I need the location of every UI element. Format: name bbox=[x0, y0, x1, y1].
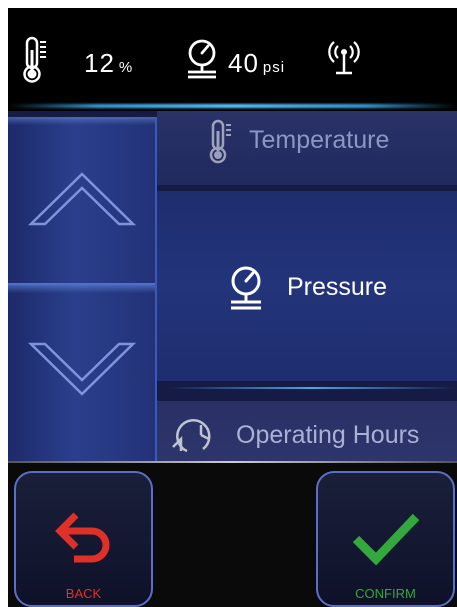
chevron-up-icon bbox=[27, 172, 136, 226]
humidity-value: 12 bbox=[84, 48, 115, 78]
scroll-up-button[interactable] bbox=[8, 117, 155, 285]
menu-item-pressure[interactable]: Pressure bbox=[157, 191, 457, 381]
back-button[interactable]: BACK bbox=[14, 471, 153, 607]
chevron-down-icon bbox=[27, 342, 136, 396]
wireless-signal-icon bbox=[328, 41, 360, 75]
bottom-bar: BACK CONFIRM bbox=[8, 461, 457, 607]
humidity-unit: % bbox=[118, 59, 134, 76]
checkmark-icon bbox=[352, 513, 420, 566]
pressure-gauge-icon bbox=[188, 39, 216, 79]
clock-icon bbox=[172, 419, 211, 453]
back-label: BACK bbox=[65, 586, 102, 601]
thermometer-icon bbox=[23, 36, 46, 83]
confirm-label: CONFIRM bbox=[355, 586, 416, 601]
status-bar: 12% 40 psi bbox=[8, 8, 457, 108]
menu-list: Temperature Pressure Operating Hours bbox=[157, 111, 457, 461]
confirm-button[interactable]: CONFIRM bbox=[316, 471, 455, 607]
pressure-readout: 40 psi bbox=[228, 48, 285, 79]
pressure-gauge-icon bbox=[231, 266, 261, 310]
status-divider bbox=[8, 104, 457, 108]
selection-line-bottom bbox=[167, 387, 457, 389]
pressure-unit: psi bbox=[262, 59, 286, 76]
menu-item-label: Operating Hours bbox=[236, 421, 420, 449]
scroll-down-button[interactable] bbox=[8, 285, 155, 451]
pressure-value: 40 bbox=[228, 48, 259, 78]
device-screen: 12% 40 psi Temperature Pressure Operatin… bbox=[8, 8, 457, 607]
menu-item-temperature[interactable]: Temperature bbox=[157, 111, 457, 185]
main-panel: Temperature Pressure Operating Hours bbox=[8, 111, 457, 461]
menu-item-label: Temperature bbox=[249, 126, 390, 154]
scroll-controls bbox=[8, 117, 157, 461]
humidity-readout: 12% bbox=[84, 48, 133, 79]
undo-arrow-icon bbox=[55, 512, 110, 563]
menu-item-operating-hours[interactable]: Operating Hours bbox=[157, 401, 457, 461]
thermometer-icon bbox=[209, 119, 231, 164]
menu-item-label: Pressure bbox=[287, 273, 388, 301]
